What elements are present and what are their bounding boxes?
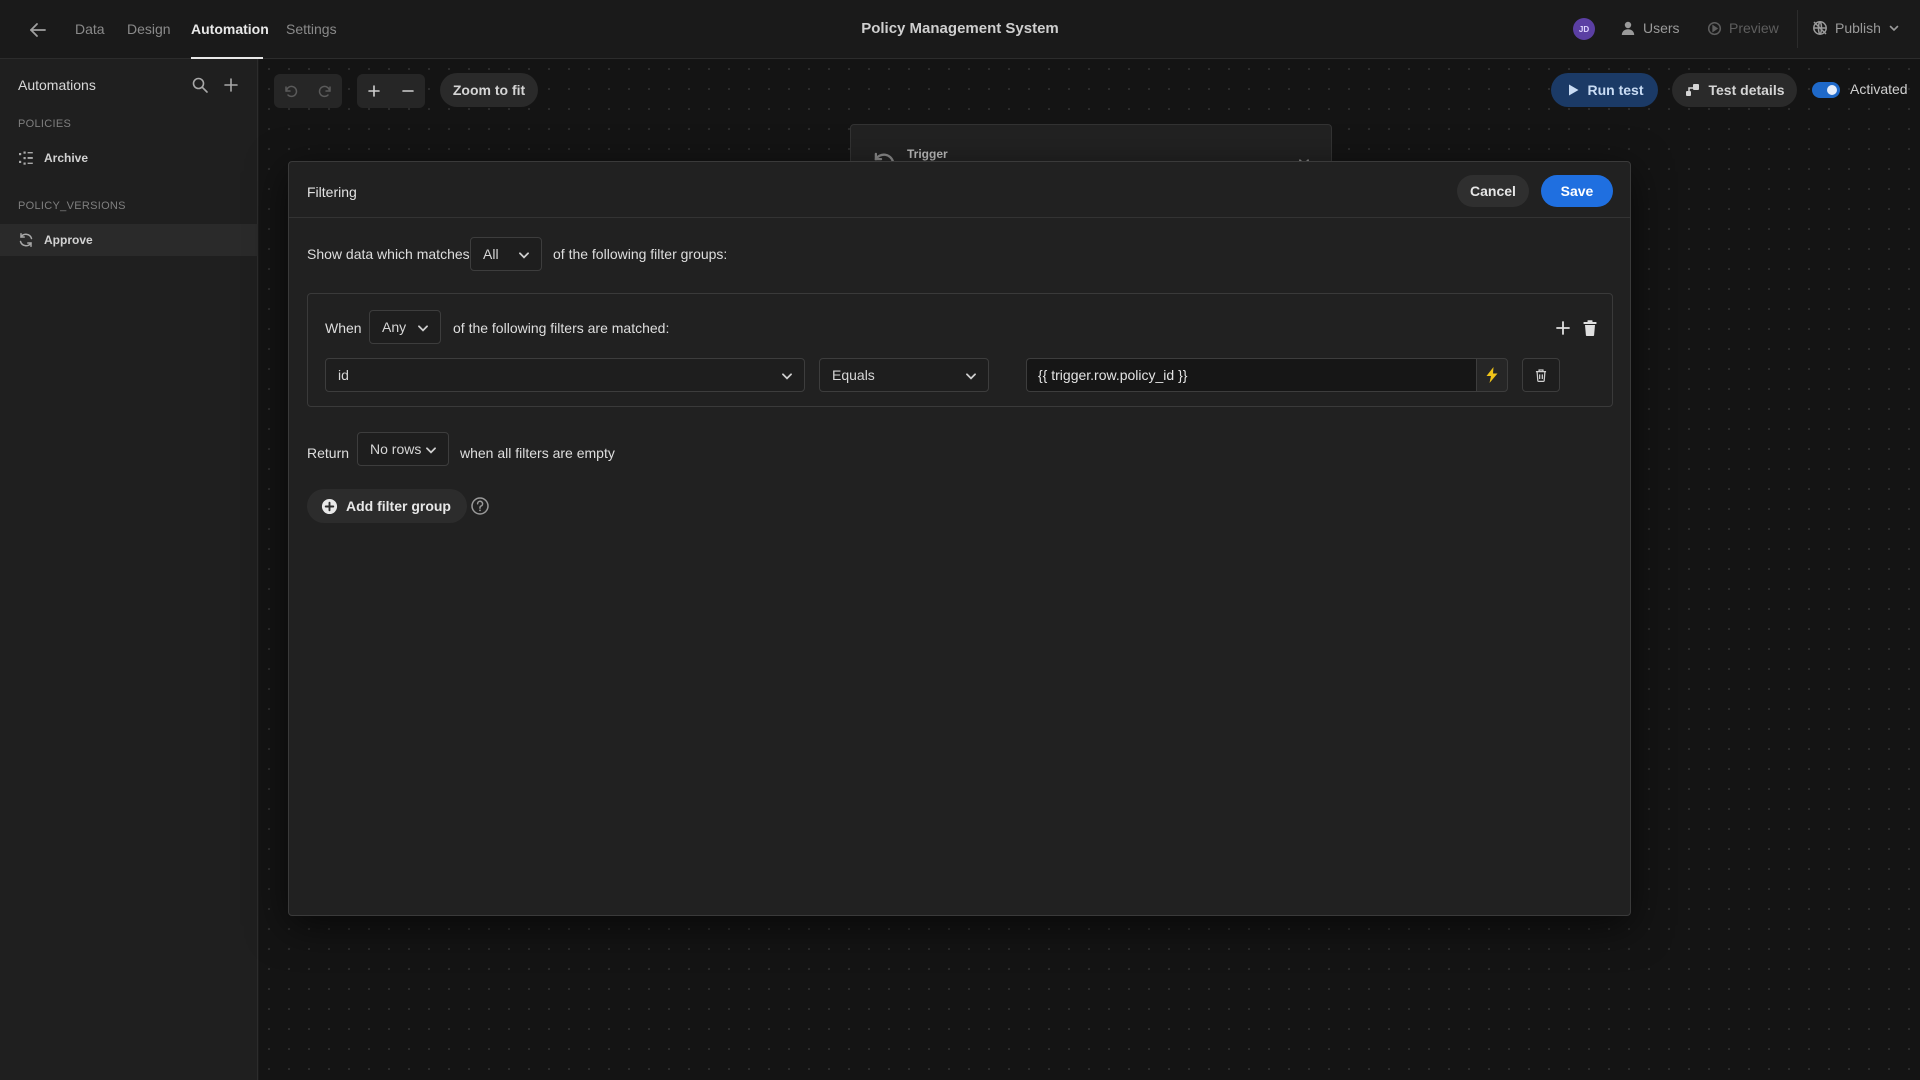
users-button[interactable]: Users	[1620, 20, 1680, 36]
avatar[interactable]: JD	[1573, 18, 1595, 40]
section-heading-policies: POLICIES	[18, 118, 72, 130]
test-details-button[interactable]: Test details	[1672, 73, 1797, 107]
filter-operator-select[interactable]: Equals	[819, 358, 989, 392]
publish-button[interactable]: Publish	[1812, 20, 1900, 36]
when-label: When	[325, 320, 362, 336]
zoom-out-icon[interactable]	[391, 74, 425, 108]
test-details-icon	[1685, 82, 1701, 98]
group-match-suffix: of the following filters are matched:	[453, 320, 670, 336]
back-arrow-icon[interactable]	[26, 18, 50, 42]
save-button[interactable]: Save	[1541, 175, 1613, 207]
trash-icon	[1534, 368, 1548, 383]
zoom-in-icon[interactable]	[357, 74, 391, 108]
sidebar-item-approve[interactable]: Approve	[0, 224, 258, 256]
match-all-value: All	[483, 246, 499, 262]
match-all-select[interactable]: All	[470, 237, 542, 271]
group-match-value: Any	[382, 319, 407, 335]
filter-value-text: {{ trigger.row.policy_id }}	[1038, 367, 1188, 383]
test-details-label: Test details	[1708, 82, 1785, 98]
return-suffix: when all filters are empty	[460, 445, 615, 461]
return-value: No rows	[370, 441, 422, 457]
preview-icon	[1707, 21, 1722, 36]
activated-toggle[interactable]	[1812, 82, 1840, 98]
filtering-modal: Filtering Cancel Save Show data which ma…	[288, 161, 1631, 916]
filter-group: When Any of the following filters are ma…	[307, 293, 1613, 407]
modal-header: Filtering Cancel Save	[289, 162, 1630, 218]
search-icon[interactable]	[191, 76, 209, 94]
sidebar-title: Automations	[18, 77, 96, 93]
refresh-icon	[18, 232, 34, 248]
run-test-button[interactable]: Run test	[1551, 73, 1658, 107]
trigger-label: Trigger	[907, 147, 948, 161]
delete-filter-button[interactable]	[1522, 358, 1560, 392]
chevron-down-icon	[416, 321, 430, 335]
sidebar-item-label: Archive	[44, 151, 89, 165]
tab-data[interactable]: Data	[75, 21, 105, 37]
show-data-prefix: Show data which matches	[307, 246, 470, 262]
preview-button[interactable]: Preview	[1707, 20, 1779, 36]
add-filter-icon[interactable]	[1554, 319, 1572, 337]
filter-field-value: id	[338, 367, 349, 383]
branch-icon	[18, 150, 34, 166]
lightning-bolt-icon	[1485, 367, 1499, 383]
filter-field-select[interactable]: id	[325, 358, 805, 392]
add-filter-group-label: Add filter group	[346, 498, 451, 514]
sidebar-item-archive[interactable]: Archive	[0, 142, 258, 174]
play-icon	[1566, 83, 1580, 97]
group-match-select[interactable]: Any	[369, 310, 441, 344]
activated-label: Activated	[1850, 81, 1908, 97]
top-divider	[1797, 10, 1798, 48]
user-icon	[1620, 20, 1636, 36]
add-filter-group-button[interactable]: Add filter group	[307, 489, 467, 523]
filter-value-input[interactable]: {{ trigger.row.policy_id }}	[1026, 358, 1476, 392]
add-automation-icon[interactable]	[222, 76, 240, 94]
redo-icon[interactable]	[308, 74, 342, 108]
chevron-down-icon	[780, 369, 794, 383]
show-data-suffix: of the following filter groups:	[553, 246, 728, 262]
help-icon[interactable]	[470, 496, 490, 516]
tab-automation[interactable]: Automation	[191, 21, 269, 37]
publish-icon	[1812, 20, 1828, 36]
bindings-bolt-button[interactable]	[1476, 358, 1508, 392]
chevron-down-icon	[517, 248, 531, 262]
chevron-down-icon	[424, 443, 438, 457]
zoom-to-fit-button[interactable]: Zoom to fit	[440, 73, 538, 107]
publish-label: Publish	[1835, 20, 1881, 36]
return-select[interactable]: No rows	[357, 432, 449, 466]
zoom-group	[357, 74, 425, 108]
section-heading-policy-versions: POLICY_VERSIONS	[18, 200, 126, 212]
tab-settings[interactable]: Settings	[286, 21, 337, 37]
chevron-down-icon	[1888, 22, 1900, 34]
filter-operator-value: Equals	[832, 367, 875, 383]
plus-circle-icon	[321, 498, 338, 515]
sidebar: Automations POLICIES Archive POLICY_VERS…	[0, 59, 258, 1080]
preview-label: Preview	[1729, 20, 1779, 36]
modal-title: Filtering	[307, 184, 357, 200]
chevron-down-icon	[964, 369, 978, 383]
sidebar-item-label: Approve	[44, 233, 93, 247]
return-label: Return	[307, 445, 350, 461]
top-bar: Data Design Automation Settings Policy M…	[0, 0, 1920, 59]
undo-icon[interactable]	[274, 74, 308, 108]
cancel-button[interactable]: Cancel	[1457, 175, 1529, 207]
run-test-label: Run test	[1587, 82, 1644, 98]
delete-group-trash-icon[interactable]	[1581, 319, 1599, 337]
tab-design[interactable]: Design	[127, 21, 171, 37]
zoom-to-fit-label: Zoom to fit	[452, 82, 526, 98]
users-label: Users	[1643, 20, 1680, 36]
undo-redo-group	[274, 74, 342, 108]
